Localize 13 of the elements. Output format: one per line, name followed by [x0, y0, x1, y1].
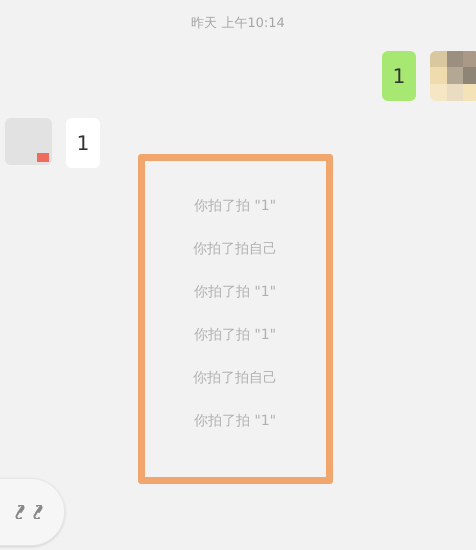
link-icon[interactable]: [32, 505, 44, 519]
link-icon[interactable]: [14, 505, 26, 519]
pat-notice: 你拍了拍 "1": [194, 412, 276, 430]
pat-notice: 你拍了拍自己: [193, 240, 277, 258]
pat-notice: 你拍了拍自己: [193, 368, 277, 388]
pixelated-avatar: [430, 50, 476, 100]
timestamp: 昨天 上午10:14: [191, 15, 285, 33]
message-bubble: 1: [66, 118, 100, 168]
pat-notice: 你拍了拍 "1": [194, 326, 276, 344]
message-bubble: 1: [382, 50, 416, 100]
pat-notice: 你拍了拍 "1": [194, 196, 276, 216]
flag-badge-icon: [37, 152, 49, 162]
pat-notice: 你拍了拍 "1": [194, 282, 276, 302]
